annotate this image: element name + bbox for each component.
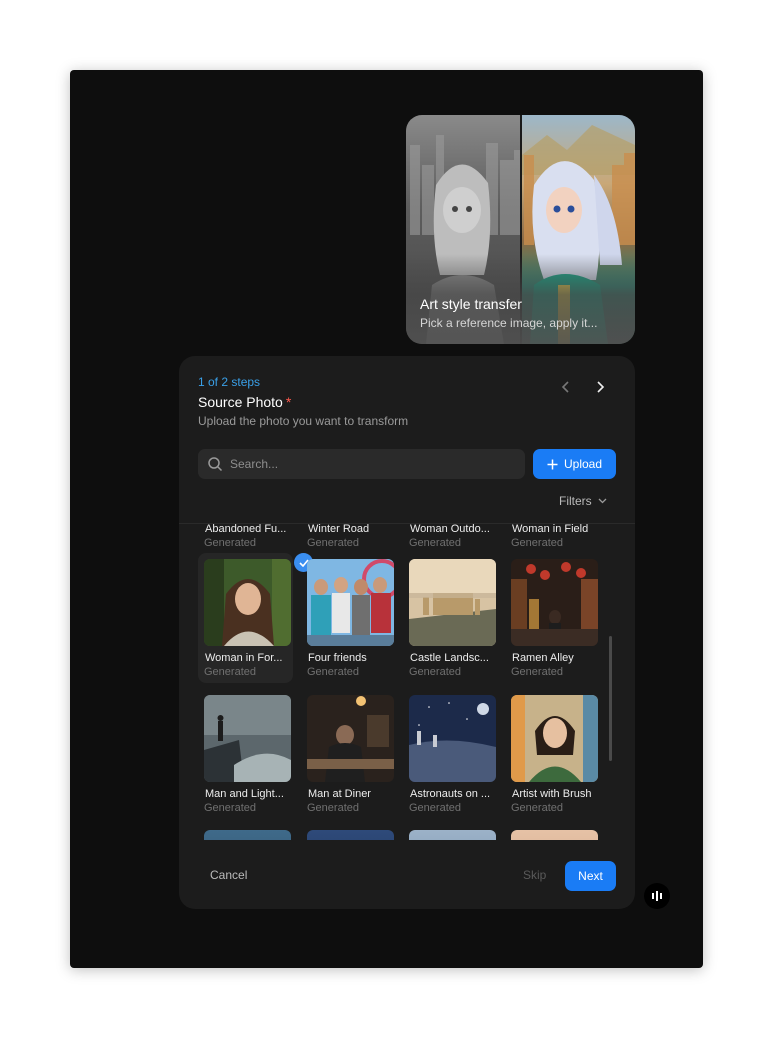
upload-button[interactable]: Upload [533,449,616,479]
photo-name: Four friends [308,652,367,664]
photo-subtitle: Generated [511,802,563,814]
photo-name: Abandoned Fu... [205,524,287,535]
photo-subtitle: Generated [307,802,359,814]
plus-icon [547,459,558,469]
photo-tile[interactable]: Woman Outdo... Generated [403,524,498,554]
upload-button-label: Upload [563,457,603,471]
style-card-art-style-transfer[interactable]: Art style transfer Pick a reference imag… [406,115,635,344]
photo-thumbnail [204,559,291,646]
photo-thumbnail [204,830,291,840]
skip-button[interactable]: Skip [523,868,546,882]
search-icon [208,457,223,472]
photo-name: Winter Road [308,524,370,535]
photo-thumbnail [511,830,598,840]
photo-subtitle: Generated [511,666,563,678]
grid-scrollbar[interactable] [609,636,612,761]
photo-thumbnail [307,830,394,840]
photo-tile[interactable]: Ramen Alley Generated [505,553,600,683]
photo-name: Man at Diner [308,788,371,800]
chevron-left-icon[interactable] [561,380,571,397]
photo-tile[interactable] [505,824,600,840]
photo-tile[interactable] [403,824,498,840]
search-field[interactable] [198,449,525,479]
source-photo-dialog: 1 of 2 steps Source Photo * Upload the ph… [179,356,635,909]
photo-tile[interactable] [198,824,293,840]
next-button[interactable]: Next [565,861,616,891]
photo-name: Artist with Brush [512,788,592,800]
photo-subtitle: Generated [409,802,461,814]
filters-label: Filters [559,494,592,508]
photo-tile[interactable]: Four friends Generated [301,553,396,683]
dialog-title: Source Photo * [198,394,291,410]
photo-tile[interactable] [301,824,396,840]
photo-subtitle: Generated [204,802,256,814]
photo-thumbnail [511,559,598,646]
required-mark: * [285,394,292,410]
photo-thumbnail [511,695,598,782]
photo-name: Castle Landsc... [410,652,489,664]
photo-name: Woman in For... [205,652,283,664]
photo-subtitle: Generated [307,666,359,678]
app-logo-icon[interactable] [644,883,670,909]
chevron-down-icon [598,498,607,504]
photo-subtitle: Generated [409,666,461,678]
photo-thumbnail [204,695,291,782]
photo-tile[interactable]: Man and Light... Generated [198,689,293,819]
style-card-title: Art style transfer [420,296,522,312]
filters-dropdown[interactable]: Filters [559,494,607,508]
photo-subtitle: Generated [307,537,359,549]
photo-subtitle: Generated [204,666,256,678]
dialog-subtitle: Upload the photo you want to transform [198,414,409,428]
style-card-description: Pick a reference image, apply it... [420,316,598,330]
photo-name: Astronauts on ... [410,788,491,800]
photo-thumbnail [307,695,394,782]
photo-thumbnail [409,830,496,840]
photo-subtitle: Generated [409,537,461,549]
photo-grid[interactable]: Abandoned Fu... Generated Winter Road Ge… [179,524,635,840]
photo-tile[interactable]: Winter Road Generated [301,524,396,554]
step-indicator: 1 of 2 steps [198,375,261,389]
photo-name: Man and Light... [205,788,284,800]
photo-tile[interactable]: Abandoned Fu... Generated [198,524,293,554]
photo-thumbnail [409,695,496,782]
photo-name: Woman Outdo... [410,524,490,535]
photo-thumbnail [307,559,394,646]
photo-tile[interactable]: Woman in Field Generated [505,524,600,554]
search-input[interactable] [230,449,520,479]
cancel-button[interactable]: Cancel [210,868,247,882]
photo-tile[interactable]: Astronauts on ... Generated [403,689,498,819]
photo-tile[interactable]: Man at Diner Generated [301,689,396,819]
photo-tile[interactable]: Castle Landsc... Generated [403,553,498,683]
photo-name: Ramen Alley [512,652,574,664]
app-stage: Art style transfer Pick a reference imag… [70,70,703,968]
photo-tile[interactable]: Artist with Brush Generated [505,689,600,819]
photo-tile-selected[interactable]: Woman in For... Generated [198,553,313,683]
dialog-title-text: Source Photo [198,394,283,410]
photo-thumbnail [409,559,496,646]
chevron-right-icon[interactable] [595,380,605,397]
photo-subtitle: Generated [204,537,256,549]
photo-name: Woman in Field [512,524,589,535]
photo-subtitle: Generated [511,537,563,549]
